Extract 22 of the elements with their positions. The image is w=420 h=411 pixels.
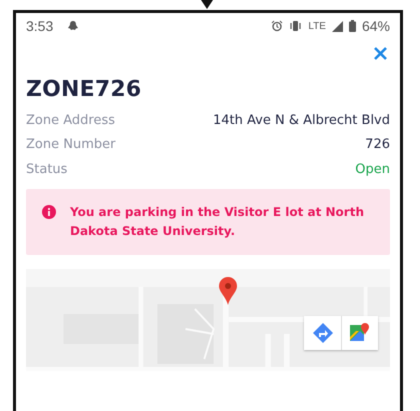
- open-maps-button[interactable]: [341, 316, 378, 350]
- map-app-icon: [350, 322, 370, 342]
- vibrate-icon: [289, 20, 302, 32]
- directions-button[interactable]: [304, 316, 341, 350]
- detail-label: Zone Address: [26, 112, 116, 128]
- map-pin-icon: [219, 276, 237, 304]
- detail-label: Status: [26, 162, 68, 177]
- detail-label: Zone Number: [26, 137, 116, 152]
- alert-message: You are parking in the Visitor E lot at North Dakota State University.: [70, 204, 365, 240]
- detail-value: Open: [355, 162, 390, 177]
- zone-title: ZONE726: [26, 77, 142, 102]
- alarm-icon: [271, 20, 284, 32]
- status-time: 3:53: [26, 18, 54, 34]
- network-type: LTE: [308, 20, 326, 32]
- detail-value: 726: [365, 137, 390, 152]
- battery-percentage: 64%: [362, 18, 390, 34]
- ghost-icon: [67, 20, 80, 32]
- battery-icon: [348, 20, 356, 32]
- info-icon: [42, 204, 56, 218]
- detail-value: 14th Ave N & Albrecht Blvd: [213, 112, 390, 128]
- signal-icon: [332, 20, 343, 32]
- directions-icon: [312, 322, 332, 342]
